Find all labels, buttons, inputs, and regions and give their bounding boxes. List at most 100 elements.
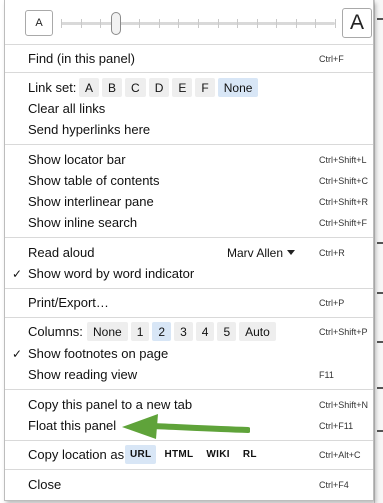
copy-tab-label: Copy this panel to a new tab — [28, 397, 193, 412]
slider-tick — [315, 19, 317, 28]
menu-item-interlinear-pane[interactable]: Show interlinear pane Ctrl+Shift+R — [5, 191, 373, 212]
background-text-mark — [377, 341, 383, 343]
copy-location-option-wiki[interactable]: WIKI — [201, 445, 234, 464]
chevron-down-icon — [287, 250, 296, 255]
slider-tick — [178, 19, 180, 28]
checkmark-icon: ✓ — [12, 266, 23, 281]
read-aloud-label: Read aloud — [28, 245, 95, 260]
columns-option-3[interactable]: 3 — [174, 322, 193, 341]
menu-item-columns: Columns: None 1 2 3 4 5 Auto Ctrl+Shift+… — [5, 321, 373, 342]
copy-tab-shortcut: Ctrl+Shift+N — [319, 399, 369, 410]
link-set-option-d[interactable]: D — [148, 78, 170, 97]
locator-bar-label: Show locator bar — [28, 152, 126, 167]
separator — [5, 469, 373, 470]
slider-tick — [335, 19, 336, 28]
slider-tick — [139, 19, 141, 28]
slider-tick — [198, 19, 199, 28]
close-shortcut: Ctrl+F4 — [319, 479, 349, 490]
link-set-option-b[interactable]: B — [102, 78, 123, 97]
menu-item-close[interactable]: Close Ctrl+F4 — [5, 474, 373, 495]
reading-view-shortcut: F11 — [319, 369, 334, 380]
menu-item-footnotes[interactable]: ✓ Show footnotes on page — [5, 343, 373, 364]
inline-search-shortcut: Ctrl+Shift+F — [319, 217, 368, 228]
menu-item-send-hyperlinks[interactable]: Send hyperlinks here — [5, 119, 373, 140]
link-set-options: A B C D E F None — [79, 78, 259, 97]
link-set-option-f[interactable]: F — [195, 78, 215, 97]
increase-font-size-button[interactable]: A — [342, 8, 372, 38]
print-label: Print/Export… — [28, 295, 109, 310]
slider-tick — [80, 19, 82, 28]
print-shortcut: Ctrl+P — [319, 297, 345, 308]
columns-label: Columns: — [28, 324, 83, 339]
close-label: Close — [28, 477, 62, 492]
columns-shortcut: Ctrl+Shift+P — [319, 326, 368, 337]
checkmark-icon: ✓ — [12, 346, 23, 361]
columns-option-auto[interactable]: Auto — [239, 322, 276, 341]
link-set-option-e[interactable]: E — [172, 78, 193, 97]
separator — [5, 389, 373, 390]
menu-item-link-set: Link set: A B C D E F None — [5, 77, 373, 98]
columns-option-5[interactable]: 5 — [217, 322, 237, 341]
copy-location-shortcut: Ctrl+Alt+C — [319, 449, 361, 460]
separator — [5, 44, 373, 45]
separator — [5, 72, 373, 73]
menu-item-clear-links[interactable]: Clear all links — [5, 98, 373, 119]
menu-item-word-indicator[interactable]: ✓ Show word by word indicator — [5, 263, 373, 284]
columns-option-none[interactable]: None — [87, 322, 128, 341]
menu-item-reading-view[interactable]: Show reading view F11 — [5, 364, 373, 385]
menu-item-print-export[interactable]: Print/Export… Ctrl+P — [5, 292, 373, 313]
reading-view-label: Show reading view — [28, 367, 138, 382]
copy-location-option-html[interactable]: HTML — [159, 445, 198, 464]
slider-tick — [158, 19, 160, 28]
send-hyperlinks-label: Send hyperlinks here — [28, 122, 151, 137]
columns-option-4[interactable]: 4 — [195, 322, 215, 341]
menu-item-find[interactable]: Find (in this panel) Ctrl+F — [5, 48, 373, 69]
voice-select[interactable]: Marv Allen — [227, 245, 296, 260]
read-aloud-shortcut: Ctrl+R — [319, 247, 345, 258]
font-size-slider-thumb[interactable] — [110, 12, 121, 35]
link-set-label: Link set: — [28, 80, 77, 95]
columns-options: None 1 2 3 4 5 Auto — [87, 322, 276, 341]
locator-bar-shortcut: Ctrl+Shift+L — [319, 154, 367, 165]
background-text-mark — [377, 430, 383, 432]
slider-tick — [237, 19, 239, 28]
columns-option-2[interactable]: 2 — [152, 322, 172, 341]
decrease-font-size-button[interactable]: A — [25, 10, 53, 36]
menu-item-copy-location: Copy location as: URL HTML WIKI RL Ctrl+… — [5, 444, 373, 465]
find-shortcut: Ctrl+F — [319, 53, 344, 64]
background-text-mark — [377, 387, 383, 389]
copy-location-options: URL HTML WIKI RL — [125, 445, 262, 464]
columns-option-1[interactable]: 1 — [130, 322, 150, 341]
background-text-mark — [377, 292, 383, 294]
slider-tick — [295, 19, 297, 28]
menu-item-read-aloud[interactable]: Read aloud Marv Allen Ctrl+R — [5, 242, 373, 263]
float-shortcut: Ctrl+F11 — [319, 420, 354, 431]
menu-item-locator-bar[interactable]: Show locator bar Ctrl+Shift+L — [5, 149, 373, 170]
slider-tick — [256, 19, 258, 28]
toc-shortcut: Ctrl+Shift+C — [319, 175, 369, 186]
separator — [5, 317, 373, 318]
footnotes-label: Show footnotes on page — [28, 346, 169, 361]
link-set-option-a[interactable]: A — [79, 78, 100, 97]
copy-location-option-url[interactable]: URL — [125, 445, 157, 464]
link-set-option-c[interactable]: C — [125, 78, 146, 97]
separator — [5, 144, 373, 145]
find-label: Find (in this panel) — [28, 51, 135, 66]
slider-tick — [276, 19, 278, 28]
separator — [5, 237, 373, 238]
font-size-slider-row: A A — [5, 0, 373, 44]
menu-item-copy-to-new-tab[interactable]: Copy this panel to a new tab Ctrl+Shift+… — [5, 394, 373, 415]
separator — [5, 288, 373, 289]
menu-item-table-of-contents[interactable]: Show table of contents Ctrl+Shift+C — [5, 170, 373, 191]
link-set-option-none[interactable]: None — [217, 78, 259, 97]
arrow-left-icon — [122, 414, 250, 439]
slider-tick — [217, 19, 219, 28]
font-size-ticks — [61, 19, 336, 28]
menu-item-inline-search[interactable]: Show inline search Ctrl+Shift+F — [5, 212, 373, 233]
toc-label: Show table of contents — [28, 173, 160, 188]
voice-select-value: Marv Allen — [227, 245, 284, 260]
copy-location-option-rl[interactable]: RL — [238, 445, 262, 464]
interlinear-label: Show interlinear pane — [28, 194, 154, 209]
background-text-mark — [377, 242, 383, 244]
interlinear-shortcut: Ctrl+Shift+R — [319, 196, 369, 207]
